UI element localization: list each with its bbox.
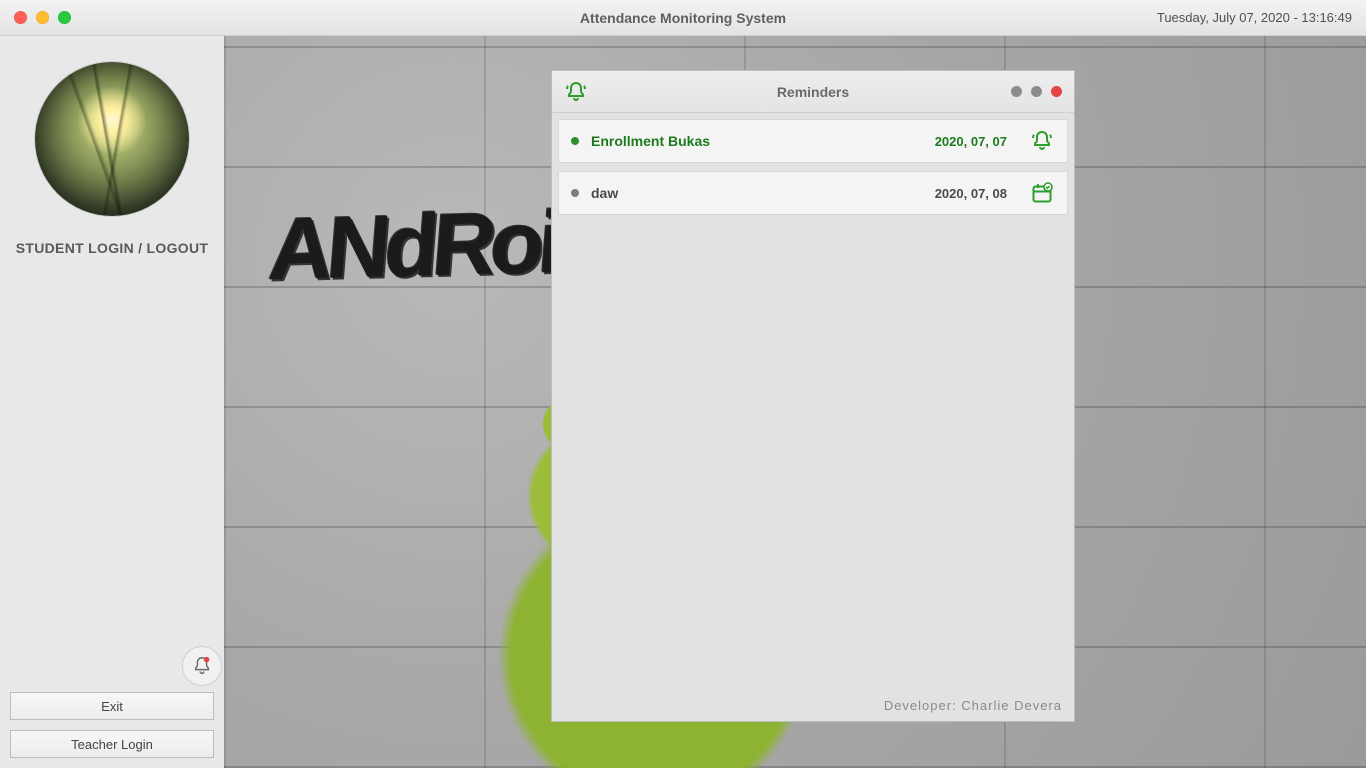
sidebar: STUDENT LOGIN / LOGOUT Exit Teacher Logi… [0, 36, 224, 768]
reminders-panel-header: Reminders [552, 71, 1074, 113]
reminder-bell-button[interactable] [1029, 128, 1055, 154]
panel-close-button[interactable] [1051, 86, 1062, 97]
sidebar-bottom: Exit Teacher Login [10, 692, 214, 758]
student-login-label: STUDENT LOGIN / LOGOUT [16, 240, 208, 256]
bullet-icon [571, 189, 579, 197]
reminders-list: Enrollment Bukas 2020, 07, 07 daw [552, 113, 1074, 721]
bullet-icon [571, 137, 579, 145]
window-datetime: Tuesday, July 07, 2020 - 13:16:49 [1157, 10, 1352, 25]
avatar[interactable] [35, 62, 189, 216]
reminder-date: 2020, 07, 08 [935, 186, 1007, 201]
reminder-title: daw [591, 185, 618, 201]
maximize-window-button[interactable] [58, 11, 71, 24]
calendar-check-icon [1030, 181, 1054, 205]
minimize-window-button[interactable] [36, 11, 49, 24]
teacher-login-button[interactable]: Teacher Login [10, 730, 214, 758]
exit-button[interactable]: Exit [10, 692, 214, 720]
reminders-panel-controls [1011, 86, 1062, 97]
content-area: ANdRoiD Reminders [224, 36, 1366, 768]
window-controls [14, 11, 71, 24]
reminder-row[interactable]: Enrollment Bukas 2020, 07, 07 [558, 119, 1068, 163]
close-window-button[interactable] [14, 11, 27, 24]
reminders-bell-icon[interactable] [564, 80, 588, 104]
reminder-title: Enrollment Bukas [591, 133, 710, 149]
reminder-calendar-button[interactable] [1029, 180, 1055, 206]
developer-credit: Developer: Charlie Devera [884, 698, 1062, 713]
notifications-button[interactable] [182, 646, 222, 686]
bell-icon [191, 655, 213, 677]
reminder-row[interactable]: daw 2020, 07, 08 [558, 171, 1068, 215]
reminders-panel-title: Reminders [552, 84, 1074, 100]
reminder-date: 2020, 07, 07 [935, 134, 1007, 149]
panel-dot-2[interactable] [1031, 86, 1042, 97]
main: STUDENT LOGIN / LOGOUT Exit Teacher Logi… [0, 36, 1366, 768]
bell-icon [1030, 129, 1054, 153]
panel-dot-1[interactable] [1011, 86, 1022, 97]
reminders-panel: Reminders Enrollment Bukas 2020, 07, 07 [551, 70, 1075, 722]
titlebar: Attendance Monitoring System Tuesday, Ju… [0, 0, 1366, 36]
